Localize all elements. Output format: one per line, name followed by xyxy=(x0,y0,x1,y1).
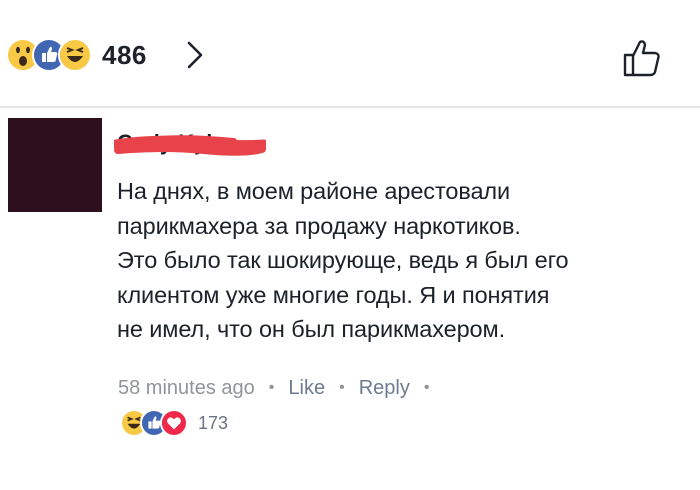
separator-dot: • xyxy=(339,379,345,396)
reply-link[interactable]: Reply xyxy=(359,377,410,400)
comment-line: клиентом уже многие годы. Я и понятия xyxy=(117,281,550,308)
separator-dot: • xyxy=(268,379,275,396)
redaction-scribble xyxy=(114,135,266,156)
love-emoji-icon xyxy=(160,409,188,437)
comment-timestamp[interactable]: 58 minutes ago xyxy=(118,377,255,400)
top-reaction-bar: 486 xyxy=(0,0,700,108)
separator-dot: • xyxy=(423,379,430,396)
comment: Cody Kyle На днях, в моем районе арестов… xyxy=(0,108,700,490)
comment-reactions-summary[interactable]: 173 xyxy=(120,408,228,438)
haha-emoji-icon xyxy=(58,38,92,72)
comment-line: не имел, что он был парикмахером. xyxy=(117,316,506,342)
avatar[interactable] xyxy=(8,118,102,212)
comment-author[interactable]: Cody Kyle xyxy=(114,130,267,162)
comment-body: На днях, в моем районе арестовали парикм… xyxy=(117,174,677,347)
comment-line: парикмахера за продажу наркотиков. xyxy=(117,212,521,239)
like-link[interactable]: Like xyxy=(288,377,325,400)
comment-line: Это было так шокирующе, ведь я был его xyxy=(117,247,569,273)
like-outline-icon[interactable] xyxy=(622,38,662,78)
post-reactions-summary[interactable]: 486 xyxy=(6,38,147,72)
comment-reaction-count: 173 xyxy=(198,412,229,433)
post-reaction-count: 486 xyxy=(102,39,147,70)
comment-actions: 58 minutes ago • Like • Reply • xyxy=(118,374,443,402)
chevron-right-icon[interactable] xyxy=(183,40,207,70)
comment-line: На днях, в моем районе арестовали xyxy=(117,178,511,204)
